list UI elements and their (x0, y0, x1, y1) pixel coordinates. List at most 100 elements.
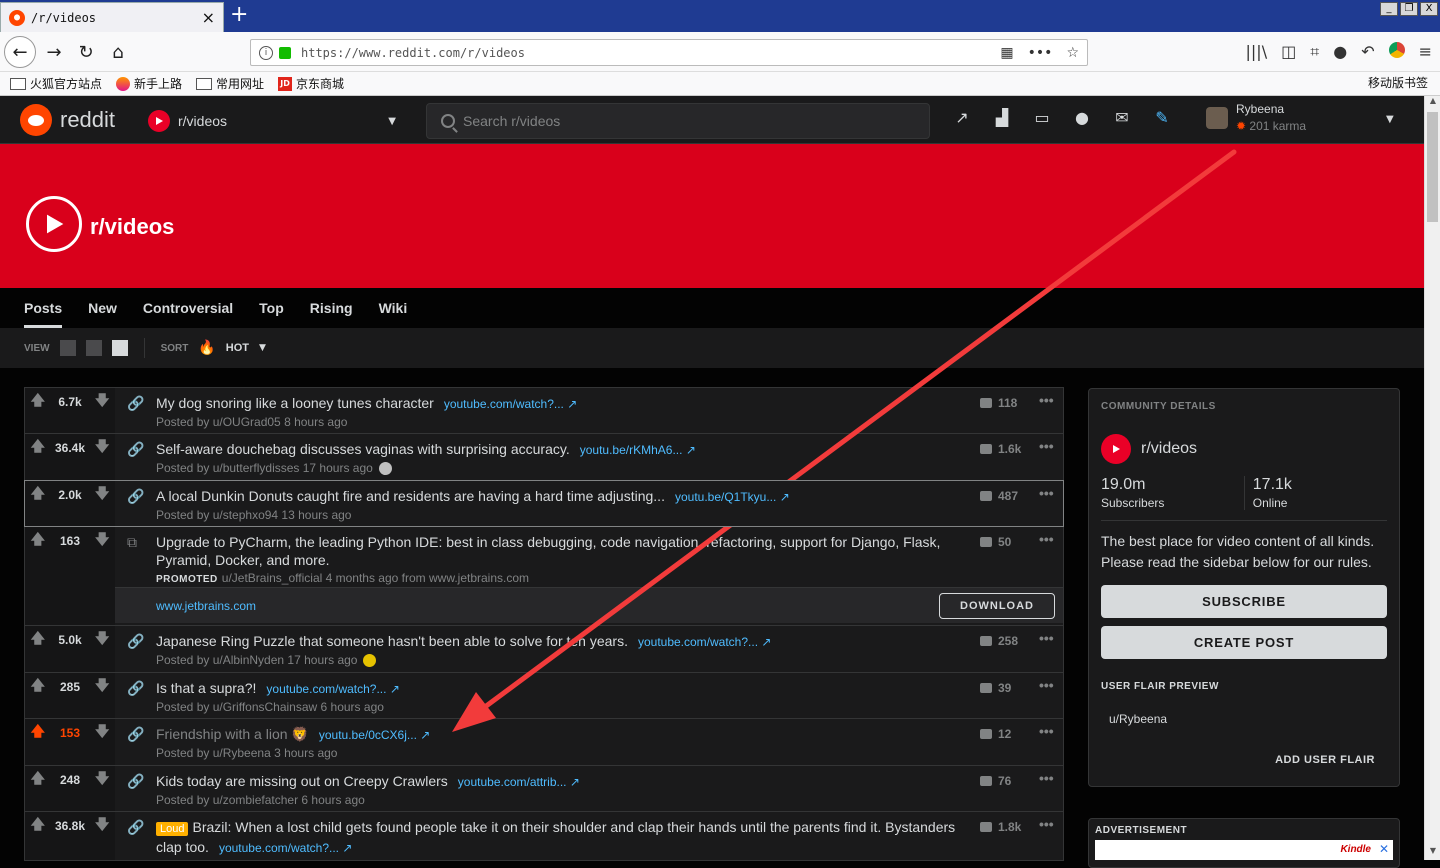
comments-button[interactable]: 50 (980, 535, 1011, 549)
comments-button[interactable]: 76 (980, 774, 1011, 788)
downvote-icon[interactable]: 🡇 (95, 487, 109, 501)
scroll-down-icon[interactable]: ▼ (1425, 846, 1440, 860)
bookmark-item[interactable]: 火狐官方站点 (10, 75, 102, 92)
home-button[interactable]: ⌂ (104, 38, 132, 66)
user-menu[interactable]: Rybeena ✹ 201 karma (1206, 102, 1306, 133)
card-view-icon[interactable] (59, 340, 76, 356)
downvote-icon[interactable]: 🡇 (95, 632, 109, 646)
sort-chevron-icon[interactable]: ▼ (259, 343, 266, 353)
more-options-icon[interactable]: ••• (1039, 531, 1054, 547)
upvote-icon[interactable]: 🡅 (31, 533, 45, 547)
comments-button[interactable]: 1.6k (980, 442, 1021, 456)
downvote-icon[interactable]: 🡇 (95, 440, 109, 454)
trending-icon[interactable]: ↗ (952, 108, 972, 127)
post-domain[interactable]: youtu.be/0cCX6j... ↗ (319, 728, 430, 742)
comments-button[interactable]: 39 (980, 681, 1011, 695)
more-options-icon[interactable]: ••• (1039, 677, 1054, 693)
ad-close-icon[interactable]: ✕ (1379, 842, 1389, 856)
url-bar[interactable]: i https://www.reddit.com/r/videos ▦ ••• … (250, 39, 1088, 66)
stats-icon[interactable]: ▟ (992, 108, 1012, 127)
upvote-icon[interactable]: 🡅 (31, 487, 45, 501)
bookmark-star-icon[interactable]: ☆ (1066, 45, 1079, 61)
post-title[interactable]: Friendship with a lion 🦁 (156, 726, 309, 742)
upvote-icon[interactable]: 🡅 (31, 394, 45, 408)
post-domain[interactable]: youtube.com/watch?... ↗ (266, 682, 399, 696)
post-title[interactable]: A local Dunkin Donuts caught fire and re… (156, 488, 665, 504)
post-title[interactable]: Upgrade to PyCharm, the leading Python I… (156, 533, 976, 569)
community-name-row[interactable]: r/videos (1101, 434, 1387, 464)
scroll-up-icon[interactable]: ▲ (1425, 96, 1440, 110)
more-options-icon[interactable]: ••• (1039, 770, 1054, 786)
tab-controversial[interactable]: Controversial (143, 288, 233, 328)
screenshot-icon[interactable]: ⌗ (1310, 42, 1319, 62)
chat-extension-icon[interactable]: ● (1333, 42, 1347, 62)
upvote-icon[interactable]: 🡅 (31, 632, 45, 646)
more-options-icon[interactable]: ••• (1039, 630, 1054, 646)
upvote-icon[interactable]: 🡅 (31, 818, 45, 832)
post-title[interactable]: Self-aware douchebag discusses vaginas w… (156, 441, 570, 457)
downvote-icon[interactable]: 🡇 (95, 533, 109, 547)
subscribe-button[interactable]: SUBSCRIBE (1101, 585, 1387, 618)
post-row[interactable]: 🡅 285 🡇 🔗 Is that a supra?! youtube.com/wat… (24, 672, 1064, 719)
new-tab-button[interactable]: + (230, 4, 248, 26)
upvote-icon[interactable]: 🡅 (31, 679, 45, 693)
classic-view-icon[interactable] (85, 340, 102, 356)
reload-button[interactable]: ↻ (72, 38, 100, 66)
promoted-post[interactable]: 🡅 163 🡇 ⧉ Upgrade to PyCharm, the leading … (24, 526, 1064, 626)
post-row[interactable]: 🡅 5.0k 🡇 🔗 Japanese Ring Puzzle that someo… (24, 625, 1064, 673)
tab-posts[interactable]: Posts (24, 288, 63, 328)
menu-icon[interactable]: ≡ (1419, 42, 1432, 62)
subreddit-selector[interactable]: r/videos ▼ (148, 108, 396, 134)
post-domain[interactable]: youtube.com/attrib... ↗ (458, 775, 580, 789)
pencil-icon[interactable]: ✎ (1152, 108, 1172, 127)
scroll-thumb[interactable] (1427, 112, 1438, 222)
post-title[interactable]: Kids today are missing out on Creepy Cra… (156, 773, 448, 789)
compact-view-icon[interactable] (111, 340, 128, 356)
post-row[interactable]: 🡅 36.4k 🡇 🔗 Self-aware douchebag discusses… (24, 433, 1064, 481)
tab-wiki[interactable]: Wiki (379, 288, 408, 328)
downvote-icon[interactable]: 🡇 (95, 394, 109, 408)
chat-icon[interactable]: ● (1072, 108, 1092, 127)
downvote-icon[interactable]: 🡇 (95, 725, 109, 739)
post-row[interactable]: 🡅 153 🡇 🔗 Friendship with a lion 🦁 youtu.be… (24, 718, 1064, 766)
qr-code-icon[interactable]: ▦ (1000, 45, 1013, 61)
post-row[interactable]: 🡅 36.8k 🡇 🔗 Loud Brazil: When a lost child … (24, 811, 1064, 861)
close-window-button[interactable]: X (1420, 2, 1438, 16)
upvote-icon[interactable]: 🡅 (31, 725, 45, 739)
chrome-extension-icon[interactable] (1388, 42, 1405, 58)
comments-button[interactable]: 1.8k (980, 820, 1021, 834)
downvote-icon[interactable]: 🡇 (95, 772, 109, 786)
bookmark-item[interactable]: 常用网址 (196, 75, 264, 92)
post-domain[interactable]: youtube.com/watch?... ↗ (444, 397, 577, 411)
reddit-logo[interactable]: reddit (20, 104, 115, 136)
page-actions-icon[interactable]: ••• (1028, 45, 1053, 61)
create-post-button[interactable]: CREATE POST (1101, 626, 1387, 659)
post-domain[interactable]: youtube.com/watch?... ↗ (219, 841, 352, 855)
more-options-icon[interactable]: ••• (1039, 392, 1054, 408)
site-info-icon[interactable]: i (259, 45, 273, 60)
post-domain[interactable]: youtube.com/watch?... ↗ (638, 635, 771, 649)
bookmark-item[interactable]: JD 京东商城 (278, 75, 344, 92)
upvote-icon[interactable]: 🡅 (31, 772, 45, 786)
cc-icon[interactable]: ▭ (1032, 108, 1052, 127)
tab-rising[interactable]: Rising (310, 288, 353, 328)
back-button[interactable]: ← (4, 36, 36, 68)
post-title[interactable]: My dog snoring like a looney tunes chara… (156, 395, 434, 411)
downvote-icon[interactable]: 🡇 (95, 818, 109, 832)
tab-new[interactable]: New (88, 288, 117, 328)
ad-banner[interactable]: Kindle ✕ (1095, 840, 1393, 860)
tab-top[interactable]: Top (259, 288, 284, 328)
search-input[interactable]: Search r/videos (426, 103, 930, 139)
comments-button[interactable]: 487 (980, 489, 1018, 503)
comments-button[interactable]: 12 (980, 727, 1011, 741)
download-button[interactable]: DOWNLOAD (939, 592, 1055, 619)
post-domain[interactable]: youtu.be/Q1Tkyu... ↗ (675, 490, 790, 504)
add-user-flair-button[interactable]: ADD USER FLAIR (1101, 754, 1375, 766)
forward-button[interactable]: → (40, 38, 68, 66)
close-tab-icon[interactable]: × (202, 8, 215, 27)
page-scrollbar[interactable]: ▲ ▼ (1424, 96, 1440, 860)
comments-button[interactable]: 258 (980, 634, 1018, 648)
more-options-icon[interactable]: ••• (1039, 485, 1054, 501)
more-options-icon[interactable]: ••• (1039, 438, 1054, 454)
post-domain[interactable]: youtu.be/rKMhA6... ↗ (580, 443, 696, 457)
